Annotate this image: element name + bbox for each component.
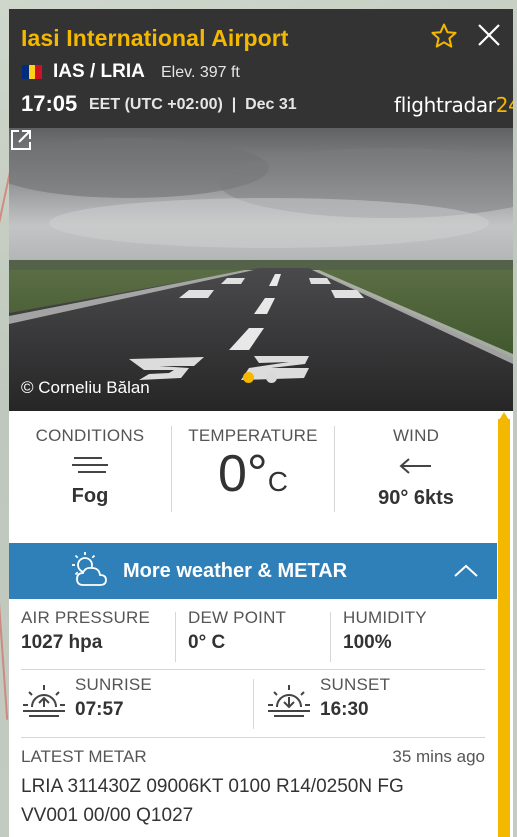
runway-scene (9, 128, 513, 411)
wind-label: WIND (392, 426, 440, 445)
sunrise-label: SUNRISE (75, 675, 152, 694)
sunrise-icon (23, 685, 65, 717)
weather-content: CONDITIONS Fog TEMPERATURE 0°C WIND 90° … (9, 411, 513, 837)
partly-cloudy-icon (72, 552, 107, 586)
chevron-up-icon[interactable] (452, 557, 480, 585)
sun-times-row: SUNRISE 07:57 SUNSET 16:30 (9, 675, 497, 735)
airport-photo: © Corneliu Bălan (9, 128, 513, 411)
air-pressure-cell: AIR PRESSURE 1027 hpa (21, 608, 150, 654)
flag-stripe (28, 65, 36, 79)
airport-panel: Iasi International Airport IAS / LRIA El… (9, 9, 513, 837)
sunset-label: SUNSET (320, 675, 391, 694)
sunset-value: 16:30 (320, 699, 369, 720)
humidity-value: 100% (343, 632, 392, 653)
wind-value: 90° 6kts (378, 487, 454, 509)
detail-divider (330, 612, 331, 662)
close-icon[interactable] (475, 21, 503, 49)
dew-point-label: DEW POINT (188, 608, 287, 627)
temperature-label: TEMPERATURE (188, 426, 318, 445)
current-conditions: CONDITIONS Fog TEMPERATURE 0°C WIND 90° … (9, 426, 497, 526)
wind-block: WIND 90° 6kts (335, 426, 497, 521)
conditions-label: CONDITIONS (35, 426, 145, 445)
detail-divider (253, 679, 254, 729)
row-divider (21, 737, 485, 738)
local-time: 17:05 (21, 91, 78, 116)
weather-details-row: AIR PRESSURE 1027 hpa DEW POINT 0° C HUM… (9, 608, 497, 668)
logo-text: flightradar (394, 93, 496, 117)
panel-header: Iasi International Airport IAS / LRIA El… (9, 9, 513, 128)
metar-text: LRIA 311430Z 09006KT 0100 R14/0250N FG V… (21, 772, 485, 830)
sunset-icon (268, 685, 310, 717)
dew-point-cell: DEW POINT 0° C (188, 608, 286, 654)
flag-stripe (22, 65, 29, 79)
temperature-block: TEMPERATURE 0°C (172, 426, 334, 521)
latest-metar: LATEST METAR 35 mins ago LRIA 311430Z 09… (21, 747, 485, 830)
row-divider (21, 669, 485, 670)
star-icon[interactable] (430, 22, 458, 50)
humidity-label: HUMIDITY (343, 608, 427, 627)
humidity-cell: HUMIDITY 100% (343, 608, 427, 654)
detail-divider (175, 612, 176, 662)
wind-arrow-icon (399, 458, 431, 474)
logo-number: 24 (495, 93, 513, 117)
carousel-dot-1[interactable] (243, 372, 254, 383)
air-pressure-label: AIR PRESSURE (21, 608, 150, 627)
sunset-cell: SUNSET 16:30 (320, 675, 390, 721)
dew-point-value: 0° C (188, 632, 226, 653)
air-pressure-value: 1027 hpa (21, 632, 103, 653)
airport-title: Iasi International Airport (21, 25, 289, 51)
metar-line-1: LRIA 311430Z 09006KT 0100 R14/0250N FG (21, 776, 404, 797)
metar-line-2: VV001 00/00 Q1027 (21, 805, 194, 826)
external-link-icon[interactable] (9, 128, 33, 152)
more-weather-label: More weather & METAR (123, 560, 348, 582)
fog-icon (72, 457, 108, 473)
airport-codes: IAS / LRIA (53, 61, 145, 82)
airport-elevation: Elev. 397 ft (161, 64, 240, 81)
timezone-date: EET (UTC +02:00) | Dec 31 (89, 96, 297, 113)
temperature-value: 0° (218, 445, 268, 503)
temperature-reading: 0°C (172, 446, 334, 515)
conditions-block: CONDITIONS Fog (9, 426, 171, 521)
conditions-value: Fog (71, 485, 109, 507)
photo-carousel-dots (243, 372, 277, 383)
sunrise-cell: SUNRISE 07:57 (75, 675, 152, 721)
metar-age: 35 mins ago (392, 747, 485, 766)
more-weather-button[interactable]: More weather & METAR (9, 543, 497, 599)
photo-credit: © Corneliu Bălan (21, 378, 150, 397)
temperature-unit: C (267, 466, 288, 497)
flightradar24-logo: flightradar24 (394, 93, 513, 117)
carousel-dot-2[interactable] (266, 372, 277, 383)
country-flag (22, 65, 43, 79)
sunrise-value: 07:57 (75, 699, 124, 720)
flag-stripe (35, 65, 43, 79)
scrollbar-thumb[interactable] (498, 419, 510, 837)
